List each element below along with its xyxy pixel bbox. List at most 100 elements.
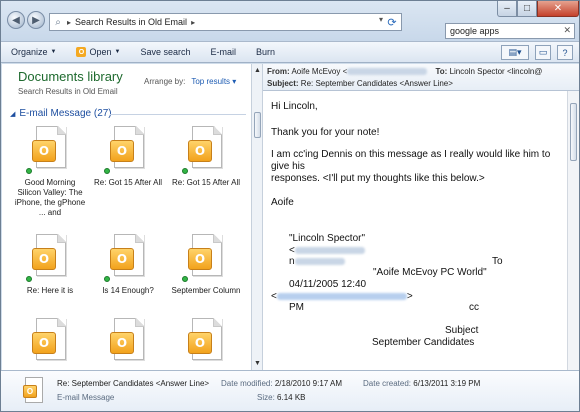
file-tile[interactable]: O Re: Got 15 After All bbox=[92, 126, 164, 188]
scrollbar-thumb[interactable] bbox=[570, 103, 577, 161]
arrange-by: Arrange by: Top results ▾ bbox=[144, 77, 236, 86]
help-icon: ? bbox=[562, 47, 568, 58]
quoted-date: 04/11/2005 12:40 bbox=[289, 279, 367, 290]
subject-label: Subject: bbox=[267, 79, 299, 88]
library-title: Documents library bbox=[18, 69, 123, 84]
file-tile[interactable]: O Re: Here it is bbox=[14, 234, 86, 296]
sync-status-icon bbox=[26, 276, 32, 282]
size-value: 6.14 KB bbox=[277, 393, 306, 402]
redacted-email bbox=[294, 257, 345, 265]
date-created-label: Date created: bbox=[363, 379, 412, 388]
date-modified-label: Date modified: bbox=[221, 379, 273, 388]
sync-status-icon bbox=[182, 276, 188, 282]
quoted-line: < bbox=[289, 245, 365, 256]
maximize-button[interactable]: □ bbox=[517, 1, 537, 17]
command-bar: Organize ▼ O Open ▼ Save search E-mail B… bbox=[1, 41, 579, 63]
from-value[interactable]: Aoife McEvoy < bbox=[291, 67, 347, 76]
outlook-message-icon: O bbox=[104, 126, 148, 174]
group-header[interactable]: ◢ E-mail Message (27) bbox=[10, 108, 112, 119]
to-value[interactable]: Lincoln Spector <lincoln@ bbox=[450, 67, 543, 76]
file-tile[interactable]: O Is 14 Enough? bbox=[92, 234, 164, 296]
organize-label: Organize bbox=[11, 47, 48, 57]
outlook-message-icon: O bbox=[182, 234, 226, 282]
file-name: Good Morning Silicon Valley: The iPhone,… bbox=[14, 178, 86, 217]
details-file-type: E-mail Message bbox=[57, 393, 115, 402]
outlook-message-icon: O bbox=[30, 318, 70, 366]
quoted-line: n bbox=[289, 256, 345, 267]
search-input-value: google apps bbox=[450, 26, 500, 36]
to-field-label: To bbox=[492, 256, 503, 267]
greeting: Hi Lincoln, bbox=[271, 101, 318, 112]
library-subtitle: Search Results in Old Email bbox=[18, 87, 118, 96]
back-arrow-icon: ◀ bbox=[12, 14, 20, 26]
file-name: Re: Here it is bbox=[26, 286, 74, 295]
file-tile[interactable]: O bbox=[170, 318, 242, 370]
arrange-by-label: Arrange by: bbox=[144, 77, 186, 86]
refresh-icon[interactable]: ⟳ bbox=[385, 14, 399, 30]
scroll-down-icon[interactable]: ▼ bbox=[254, 360, 261, 367]
breadcrumb-item[interactable]: Search Results in Old Email bbox=[72, 17, 190, 27]
details-pane: O Re: September Candidates <Answer Line>… bbox=[1, 370, 579, 411]
signature: Aoife bbox=[271, 197, 294, 208]
preview-pane-button[interactable]: ▭ bbox=[535, 45, 551, 60]
change-view-button[interactable]: ▤▾ bbox=[501, 45, 529, 60]
sync-status-icon bbox=[182, 168, 188, 174]
address-bar[interactable]: ⌕ ▸ Search Results in Old Email ▸ ▾ ⟳ bbox=[49, 13, 402, 31]
outlook-message-icon: O bbox=[104, 234, 148, 282]
file-list-scrollbar[interactable]: ▲ ▼ bbox=[251, 64, 263, 370]
view-controls: ▤▾ ▭ ? bbox=[501, 45, 573, 60]
minimize-button[interactable]: – bbox=[497, 1, 517, 17]
details-file-name: Re: September Candidates <Answer Line> bbox=[57, 379, 210, 388]
body-line: I am cc'ing Dennis on this message as I … bbox=[271, 149, 551, 160]
file-tile[interactable]: O Re: Got 15 After All bbox=[170, 126, 242, 188]
sync-status-icon bbox=[104, 168, 110, 174]
preview-header: From: Aoife McEvoy < To: Lincoln Spector… bbox=[263, 64, 579, 91]
sync-status-icon bbox=[26, 168, 32, 174]
search-folder-icon: ⌕ bbox=[55, 16, 61, 28]
back-button[interactable]: ◀ bbox=[7, 11, 25, 29]
preview-pane-icon: ▭ bbox=[538, 47, 548, 57]
subject-field-label: Subject bbox=[445, 325, 479, 336]
close-button[interactable]: ✕ bbox=[537, 1, 579, 17]
subject-field-value: September Candidates bbox=[372, 337, 475, 348]
organize-button[interactable]: Organize ▼ bbox=[1, 47, 66, 57]
outlook-message-icon: O bbox=[23, 377, 45, 405]
size: Size: 6.14 KB bbox=[257, 393, 306, 402]
redacted-email bbox=[294, 246, 365, 254]
arrange-by-dropdown[interactable]: Top results ▾ bbox=[191, 77, 236, 86]
outlook-message-icon: O bbox=[26, 234, 70, 282]
file-list-pane: Documents library Search Results in Old … bbox=[2, 64, 251, 370]
quoted-sender: "Lincoln Spector" bbox=[289, 233, 366, 244]
date-modified-value: 2/18/2010 9:17 AM bbox=[274, 379, 342, 388]
redacted-link bbox=[276, 292, 407, 300]
save-search-button[interactable]: Save search bbox=[130, 47, 200, 57]
file-tile[interactable]: O September Column bbox=[170, 234, 242, 296]
message-preview: Hi Lincoln, Thank you for your note! I a… bbox=[263, 91, 567, 370]
burn-button[interactable]: Burn bbox=[246, 47, 285, 57]
date-created-value: 6/13/2011 3:19 PM bbox=[413, 379, 481, 388]
to-label: To: bbox=[435, 67, 448, 76]
file-tile[interactable]: O bbox=[92, 318, 164, 370]
breadcrumb-separator-icon[interactable]: ▸ bbox=[190, 18, 196, 27]
group-divider bbox=[110, 114, 246, 115]
file-tile[interactable]: O bbox=[14, 318, 86, 370]
outlook-message-icon: O bbox=[26, 126, 70, 174]
search-input[interactable]: google apps ✕ bbox=[445, 23, 575, 39]
forward-button[interactable]: ▶ bbox=[27, 11, 45, 29]
file-name: Is 14 Enough? bbox=[102, 286, 154, 295]
open-button[interactable]: O Open ▼ bbox=[66, 47, 130, 57]
address-dropdown-icon[interactable]: ▾ bbox=[379, 15, 383, 24]
preview-scrollbar[interactable] bbox=[567, 91, 579, 370]
help-button[interactable]: ? bbox=[557, 45, 573, 60]
from-row: From: Aoife McEvoy < To: Lincoln Spector… bbox=[267, 67, 542, 76]
scroll-up-icon[interactable]: ▲ bbox=[254, 67, 261, 74]
outlook-message-icon: O bbox=[186, 318, 226, 366]
scrollbar-thumb[interactable] bbox=[254, 112, 261, 138]
view-icon: ▤▾ bbox=[508, 47, 522, 57]
forward-arrow-icon: ▶ bbox=[32, 14, 40, 26]
date-modified: Date modified: 2/18/2010 9:17 AM bbox=[221, 379, 342, 388]
subject-row: Subject: Re: September Candidates <Answe… bbox=[267, 79, 453, 88]
file-tile[interactable]: O Good Morning Silicon Valley: The iPhon… bbox=[14, 126, 86, 218]
email-button[interactable]: E-mail bbox=[201, 47, 247, 57]
clear-search-icon[interactable]: ✕ bbox=[563, 25, 571, 36]
